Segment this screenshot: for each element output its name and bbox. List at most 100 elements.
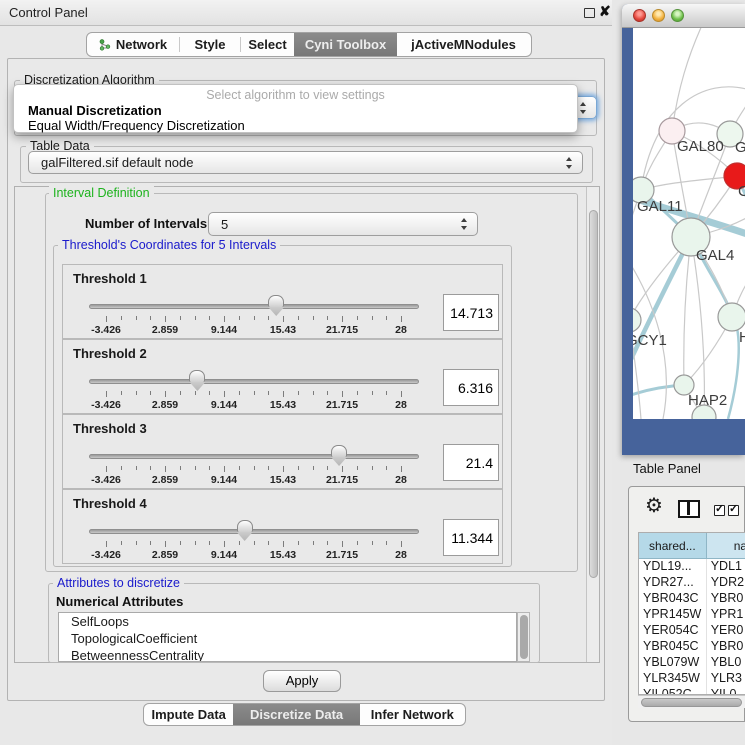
tab-jactivemnodules[interactable]: jActiveMNodules xyxy=(397,33,530,56)
slider-tick-label: 15.43 xyxy=(270,549,296,561)
network-node-label: GCY1 xyxy=(633,332,667,349)
checkbox-icon[interactable] xyxy=(714,505,725,516)
slider-tick xyxy=(342,541,343,547)
slider-tick xyxy=(224,391,225,397)
cell-name[interactable]: YBR0 xyxy=(707,591,745,607)
table-data-combobox[interactable]: galFiltered.sif default node xyxy=(28,151,583,174)
cell-shared-name[interactable]: YER054C xyxy=(639,623,707,639)
tab-discretize-data[interactable]: Discretize Data xyxy=(233,704,359,725)
numerical-attributes-list[interactable]: SelfLoopsTopologicalCoefficientBetweenne… xyxy=(58,612,517,662)
float-window-icon[interactable] xyxy=(584,8,595,18)
threshold-4-slider-thumb[interactable] xyxy=(237,520,253,532)
slider-tick xyxy=(121,316,122,320)
slider-tick xyxy=(254,391,255,395)
cell-shared-name[interactable]: YBR045C xyxy=(639,639,707,655)
tab-network[interactable]: Network xyxy=(87,33,179,56)
network-icon xyxy=(99,39,111,51)
dropdown-item-equal-width-frequency[interactable]: Equal Width/Frequency Discretization xyxy=(28,118,245,133)
columns-icon[interactable] xyxy=(678,500,700,518)
attribute-list-item[interactable]: TopologicalCoefficient xyxy=(59,630,516,647)
control-panel-titlebar: Control Panel ✘ xyxy=(0,0,612,26)
threshold-2-value-field[interactable] xyxy=(443,369,499,406)
threshold-3-value-field[interactable] xyxy=(443,444,499,481)
close-traffic-light[interactable] xyxy=(633,9,646,22)
threshold-1-slider-thumb[interactable] xyxy=(268,295,284,307)
network-canvas[interactable]: GAL80GALCGAL11GAL4GCY1HHAP2 xyxy=(633,28,745,419)
cell-name[interactable]: YIL0 xyxy=(707,687,745,695)
minimize-traffic-light[interactable] xyxy=(652,9,665,22)
network-edge[interactable] xyxy=(641,176,737,190)
tab-style[interactable]: Style xyxy=(180,33,240,56)
threshold-1-value-field[interactable] xyxy=(443,294,499,331)
table-row[interactable]: YBL079WYBL0 xyxy=(639,655,745,671)
cell-shared-name[interactable]: YPR145W xyxy=(639,607,707,623)
tab-select[interactable]: Select xyxy=(241,33,294,56)
cell-name[interactable]: YLR3 xyxy=(707,671,745,687)
cell-name[interactable]: YBL0 xyxy=(707,655,745,671)
attributes-list-scrollbar[interactable] xyxy=(517,612,530,662)
interval-definition-group-title: Interval Definition xyxy=(49,186,154,200)
slider-tick xyxy=(195,466,196,470)
cell-shared-name[interactable]: YBR043C xyxy=(639,591,707,607)
threshold-4-value-field[interactable] xyxy=(443,519,499,556)
network-node[interactable] xyxy=(633,308,641,332)
slider-tick xyxy=(209,391,210,395)
slider-tick-label: 15.43 xyxy=(270,399,296,411)
zoom-traffic-light[interactable] xyxy=(671,9,684,22)
table-horizontal-scrollbar[interactable] xyxy=(638,695,745,708)
column-header-name[interactable]: na xyxy=(707,533,745,558)
slider-tick-label: 2.859 xyxy=(152,399,178,411)
threshold-2-slider-thumb[interactable] xyxy=(189,370,205,382)
column-header-shared-name[interactable]: shared... xyxy=(639,533,707,558)
table-row[interactable]: YIL052CYIL0 xyxy=(639,687,745,695)
cell-name[interactable]: YER0 xyxy=(707,623,745,639)
table-row[interactable]: YBR043CYBR0 xyxy=(639,591,745,607)
threshold-3-slider-thumb[interactable] xyxy=(331,445,347,457)
table-row[interactable]: YDR27...YDR2 xyxy=(639,575,745,591)
network-edge[interactable] xyxy=(728,328,739,419)
tab-impute-data[interactable]: Impute Data xyxy=(144,704,233,725)
table-row[interactable]: YBR045CYBR0 xyxy=(639,639,745,655)
tab-infer-network[interactable]: Infer Network xyxy=(360,704,465,725)
dropdown-item-manual-discretization[interactable]: Manual Discretization xyxy=(28,103,162,118)
network-node[interactable] xyxy=(718,303,745,331)
scrollbar-thumb[interactable] xyxy=(641,698,742,707)
network-edge[interactable] xyxy=(684,237,691,385)
apply-button[interactable]: Apply xyxy=(263,670,341,692)
cell-shared-name[interactable]: YLR345W xyxy=(639,671,707,687)
checkbox-icon[interactable] xyxy=(728,505,739,516)
cell-name[interactable]: YPR1 xyxy=(707,607,745,623)
table-row[interactable]: YPR145WYPR1 xyxy=(639,607,745,623)
slider-tick xyxy=(195,391,196,395)
network-edge[interactable] xyxy=(672,28,703,131)
scrollbar-thumb[interactable] xyxy=(520,615,528,659)
slider-tick xyxy=(165,316,166,322)
attribute-list-item[interactable]: BetweennessCentrality xyxy=(59,647,516,662)
close-icon[interactable]: ✘ xyxy=(599,3,611,20)
slider-tick xyxy=(224,541,225,547)
cell-shared-name[interactable]: YBL079W xyxy=(639,655,707,671)
scrollbar-thumb[interactable] xyxy=(589,210,598,578)
network-window-titlebar xyxy=(622,4,745,28)
cell-shared-name[interactable]: YIL052C xyxy=(639,687,707,695)
table-row[interactable]: YDL19...YDL1 xyxy=(639,559,745,575)
slider-tick-label: -3.426 xyxy=(91,324,121,336)
threshold-1-panel: Threshold 1 -3.4262.8599.14415.4321.7152… xyxy=(62,264,503,339)
number-of-intervals-value: 5 xyxy=(221,217,228,232)
table-data-selected-value: galFiltered.sif default node xyxy=(41,155,193,170)
attribute-list-item[interactable]: SelfLoops xyxy=(59,613,516,630)
cell-name[interactable]: YDR2 xyxy=(707,575,745,591)
number-of-intervals-spinner[interactable]: 5 xyxy=(208,212,478,236)
cell-shared-name[interactable]: YDL19... xyxy=(639,559,707,575)
cell-name[interactable]: YDL1 xyxy=(707,559,745,575)
slider-tick xyxy=(209,541,210,545)
table-row[interactable]: YER054CYER0 xyxy=(639,623,745,639)
cell-shared-name[interactable]: YDR27... xyxy=(639,575,707,591)
settings-vertical-scrollbar[interactable] xyxy=(586,187,599,662)
gear-icon[interactable]: ⚙ xyxy=(645,496,663,516)
table-row[interactable]: YLR345WYLR3 xyxy=(639,671,745,687)
cell-name[interactable]: YBR0 xyxy=(707,639,745,655)
tab-cyni-toolbox[interactable]: Cyni Toolbox xyxy=(294,33,397,56)
number-of-intervals-label: Number of Intervals xyxy=(85,216,207,231)
slider-tick xyxy=(136,466,137,470)
